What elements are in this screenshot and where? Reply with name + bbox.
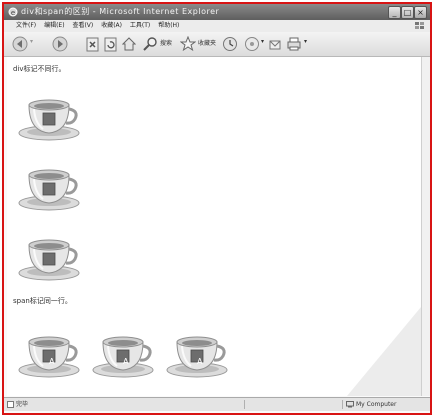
status-divider xyxy=(342,400,343,409)
menu-tools[interactable]: 工具(T) xyxy=(130,20,150,32)
history-icon[interactable] xyxy=(222,36,238,52)
maximize-button[interactable]: □ xyxy=(401,6,414,19)
home-icon[interactable] xyxy=(122,36,136,52)
toolbar: ▾ 搜索 收藏夹 ▾ ▾ xyxy=(4,32,430,57)
teacup-image xyxy=(17,233,81,283)
windows-flag-icon xyxy=(415,22,424,29)
scrollbar[interactable] xyxy=(421,57,430,396)
teacup-image xyxy=(17,163,81,213)
media-dropdown-icon: ▾ xyxy=(261,38,265,45)
minimize-button[interactable]: _ xyxy=(388,6,401,19)
refresh-icon[interactable] xyxy=(104,36,118,52)
back-dropdown-icon: ▾ xyxy=(30,38,34,45)
ie-logo-icon: e xyxy=(8,7,18,17)
svg-text:e: e xyxy=(11,9,15,17)
menu-bar: 文件(F) 编辑(E) 查看(V) 收藏(A) 工具(T) 帮助(H) xyxy=(4,20,430,32)
teacup-image xyxy=(165,330,229,380)
print-dropdown-icon: ▾ xyxy=(304,38,308,45)
close-button[interactable]: × xyxy=(414,6,427,19)
span-section-label: span标记同一行。 xyxy=(13,297,72,305)
status-zone: My Computer xyxy=(356,401,397,408)
media-icon[interactable] xyxy=(244,36,260,52)
cup-letter: A xyxy=(123,357,129,366)
menu-file[interactable]: 文件(F) xyxy=(16,20,36,32)
favorites-label[interactable]: 收藏夹 xyxy=(198,38,216,47)
page-done-icon xyxy=(7,401,14,408)
back-icon[interactable] xyxy=(12,36,28,52)
teacup-image xyxy=(17,93,81,143)
my-computer-icon xyxy=(346,401,354,408)
status-divider xyxy=(244,400,245,409)
search-label[interactable]: 搜索 xyxy=(160,38,172,47)
mail-icon[interactable] xyxy=(268,36,282,52)
cup-letter: A xyxy=(49,357,55,366)
print-icon[interactable] xyxy=(286,36,302,52)
menu-edit[interactable]: 编辑(E) xyxy=(44,20,64,32)
cup-letter: A xyxy=(49,223,55,232)
stop-icon[interactable] xyxy=(86,36,100,52)
title-bar: e div和span的区别 - Microsoft Internet Explo… xyxy=(4,4,430,20)
cup-letter: A xyxy=(49,283,55,292)
cup-letter: A xyxy=(49,153,55,162)
status-text: 完毕 xyxy=(16,401,29,408)
div-section-label: div标记不同行。 xyxy=(13,65,66,73)
favorites-star-icon[interactable] xyxy=(180,36,196,52)
cup-letter: A xyxy=(197,357,203,366)
teacup-image xyxy=(91,330,155,380)
menu-favorites[interactable]: 收藏(A) xyxy=(101,20,122,32)
forward-icon[interactable] xyxy=(52,36,68,52)
search-icon[interactable] xyxy=(142,36,158,52)
menu-view[interactable]: 查看(V) xyxy=(72,20,93,32)
page-corner-shadow xyxy=(347,307,421,396)
menu-help[interactable]: 帮助(H) xyxy=(158,20,179,32)
status-bar: 完毕 My Computer xyxy=(4,397,430,411)
window-title: div和span的区别 - Microsoft Internet Explore… xyxy=(21,7,220,16)
teacup-image xyxy=(17,330,81,380)
page-content: div标记不同行。 span标记同一行。 A A A A A A xyxy=(7,57,421,396)
